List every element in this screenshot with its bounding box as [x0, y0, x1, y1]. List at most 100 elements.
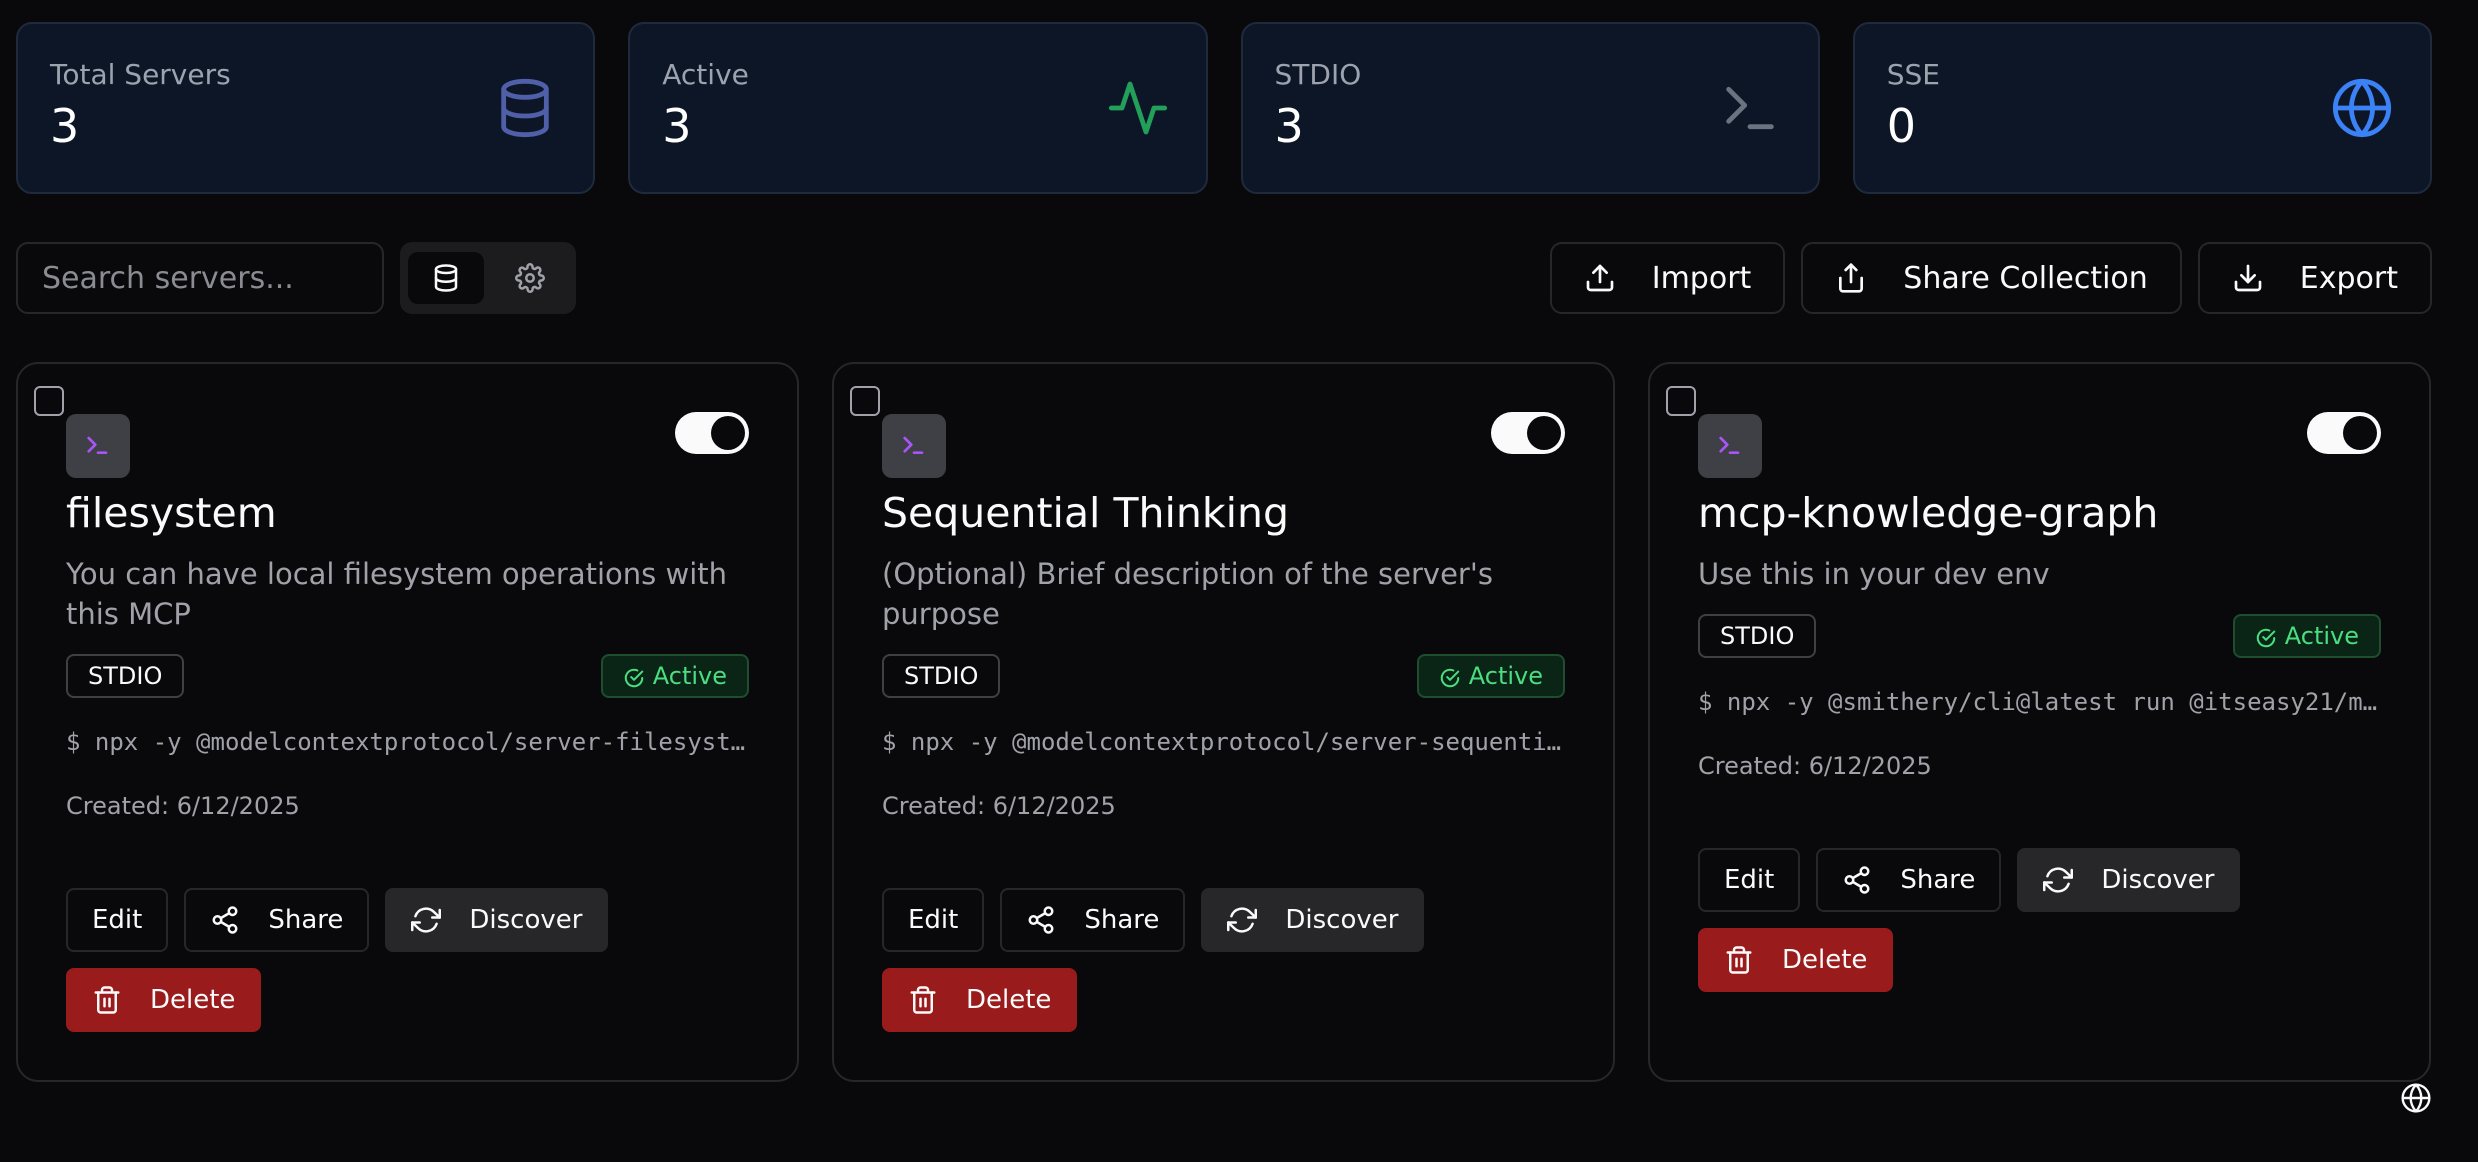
activity-icon: [1108, 81, 1167, 135]
stat-active: Active 3: [628, 22, 1208, 194]
card-danger-actions: Delete: [66, 968, 262, 1032]
server-type-icon: [66, 414, 130, 478]
delete-button[interactable]: Delete: [882, 968, 1078, 1032]
edit-label: Edit: [1724, 865, 1775, 895]
badge-row: STDIO Active: [1698, 614, 2381, 658]
share-label: Share: [1084, 905, 1160, 935]
refresh-icon: [2043, 867, 2074, 893]
server-description: Use this in your dev env: [1698, 557, 2050, 591]
select-checkbox[interactable]: [1666, 386, 1696, 416]
terminal-icon: [1719, 436, 1740, 454]
server-card: filesystem You can have local filesystem…: [16, 362, 799, 1082]
refresh-icon: [411, 907, 442, 933]
stat-value: 3: [1274, 99, 1304, 153]
toggle-knob: [1527, 416, 1561, 450]
created-date: Created: 6/12/2025: [1698, 752, 1932, 780]
server-card: Sequential Thinking (Optional) Brief des…: [832, 362, 1615, 1082]
share-button[interactable]: Share: [1000, 888, 1186, 952]
discover-button[interactable]: Discover: [2017, 848, 2241, 912]
server-command: $ npx -y @smithery/cli@latest run @itsea…: [1698, 688, 2378, 716]
stat-value: 3: [662, 99, 692, 153]
edit-button[interactable]: Edit: [1698, 848, 1801, 912]
card-actions: Edit Share Discover: [882, 888, 1425, 952]
check-circle-icon: [2256, 628, 2276, 648]
server-name: mcp-knowledge-graph: [1698, 489, 2159, 537]
share-button[interactable]: Share: [184, 888, 370, 952]
discover-label: Discover: [2101, 865, 2215, 895]
delete-label: Delete: [966, 985, 1052, 1015]
delete-button[interactable]: Delete: [66, 968, 262, 1032]
server-card: mcp-knowledge-graph Use this in your dev…: [1648, 362, 2431, 1082]
server-description: You can have local filesystem operations…: [66, 557, 727, 631]
export-label: Export: [2299, 260, 2398, 296]
share-collection-button[interactable]: Share Collection: [1801, 242, 2182, 314]
database-icon: [434, 264, 458, 292]
server-description: (Optional) Brief description of the serv…: [882, 557, 1493, 631]
toolbar-actions: Import Share Collection Export: [1549, 242, 2432, 314]
trash-icon: [1726, 946, 1752, 974]
edit-label: Edit: [908, 905, 959, 935]
download-icon: [2234, 264, 2262, 292]
status-label: Active: [652, 662, 727, 690]
enable-toggle[interactable]: [2307, 412, 2381, 454]
status-badge: Active: [2232, 614, 2381, 658]
delete-button[interactable]: Delete: [1698, 928, 1894, 992]
discover-button[interactable]: Discover: [1201, 888, 1425, 952]
database-icon: [501, 78, 549, 138]
card-actions: Edit Share Discover: [66, 888, 609, 952]
share-button[interactable]: Share: [1816, 848, 2002, 912]
status-badge: Active: [1416, 654, 1565, 698]
trash-icon: [94, 986, 120, 1014]
stat-label: STDIO: [1274, 58, 1362, 91]
server-name: Sequential Thinking: [882, 489, 1290, 537]
stats-row: Total Servers 3 Active 3 STDIO 3 SSE 0: [16, 22, 2432, 194]
share-upload-icon: [1839, 263, 1864, 293]
delete-label: Delete: [1782, 945, 1868, 975]
language-globe-icon[interactable]: [2400, 1082, 2432, 1114]
stat-label: Total Servers: [50, 58, 231, 91]
settings-view-button[interactable]: [492, 252, 568, 304]
stat-label: Active: [662, 58, 749, 91]
import-button[interactable]: Import: [1549, 242, 1786, 314]
enable-toggle[interactable]: [675, 412, 749, 454]
toggle-knob: [711, 416, 745, 450]
toggle-knob: [2343, 416, 2377, 450]
type-badge: STDIO: [1698, 614, 1817, 658]
terminal-icon: [903, 436, 924, 454]
check-circle-icon: [624, 668, 644, 688]
stat-stdio: STDIO 3: [1240, 22, 1820, 194]
status-label: Active: [2284, 622, 2359, 650]
refresh-icon: [1227, 907, 1258, 933]
stat-value: 0: [1886, 99, 1917, 153]
gear-icon: [515, 263, 545, 293]
export-button[interactable]: Export: [2197, 242, 2432, 314]
card-actions: Edit Share Discover: [1698, 848, 2241, 912]
delete-label: Delete: [150, 985, 236, 1015]
select-checkbox[interactable]: [34, 386, 64, 416]
servers-view-button[interactable]: [408, 252, 484, 304]
server-command: $ npx -y @modelcontextprotocol/server-fi…: [66, 728, 746, 756]
share-icon: [1844, 866, 1870, 894]
edit-button[interactable]: Edit: [66, 888, 169, 952]
terminal-icon: [1726, 86, 1774, 130]
badge-row: STDIO Active: [66, 654, 749, 698]
share-collection-label: Share Collection: [1903, 260, 2148, 296]
check-circle-icon: [1440, 668, 1460, 688]
trash-icon: [910, 986, 936, 1014]
share-icon: [1028, 906, 1054, 934]
share-icon: [212, 906, 238, 934]
upload-icon: [1586, 264, 1614, 292]
server-cards: filesystem You can have local filesystem…: [16, 362, 2432, 1082]
edit-button[interactable]: Edit: [882, 888, 985, 952]
server-name: filesystem: [66, 489, 277, 537]
select-checkbox[interactable]: [850, 386, 880, 416]
badge-row: STDIO Active: [882, 654, 1565, 698]
enable-toggle[interactable]: [1491, 412, 1565, 454]
globe-icon: [2332, 78, 2392, 138]
server-command: $ npx -y @modelcontextprotocol/server-se…: [882, 728, 1562, 756]
discover-button[interactable]: Discover: [385, 888, 609, 952]
import-label: Import: [1651, 260, 1752, 296]
search-input[interactable]: [16, 242, 384, 314]
stat-sse: SSE 0: [1852, 22, 2432, 194]
terminal-icon: [87, 436, 108, 454]
